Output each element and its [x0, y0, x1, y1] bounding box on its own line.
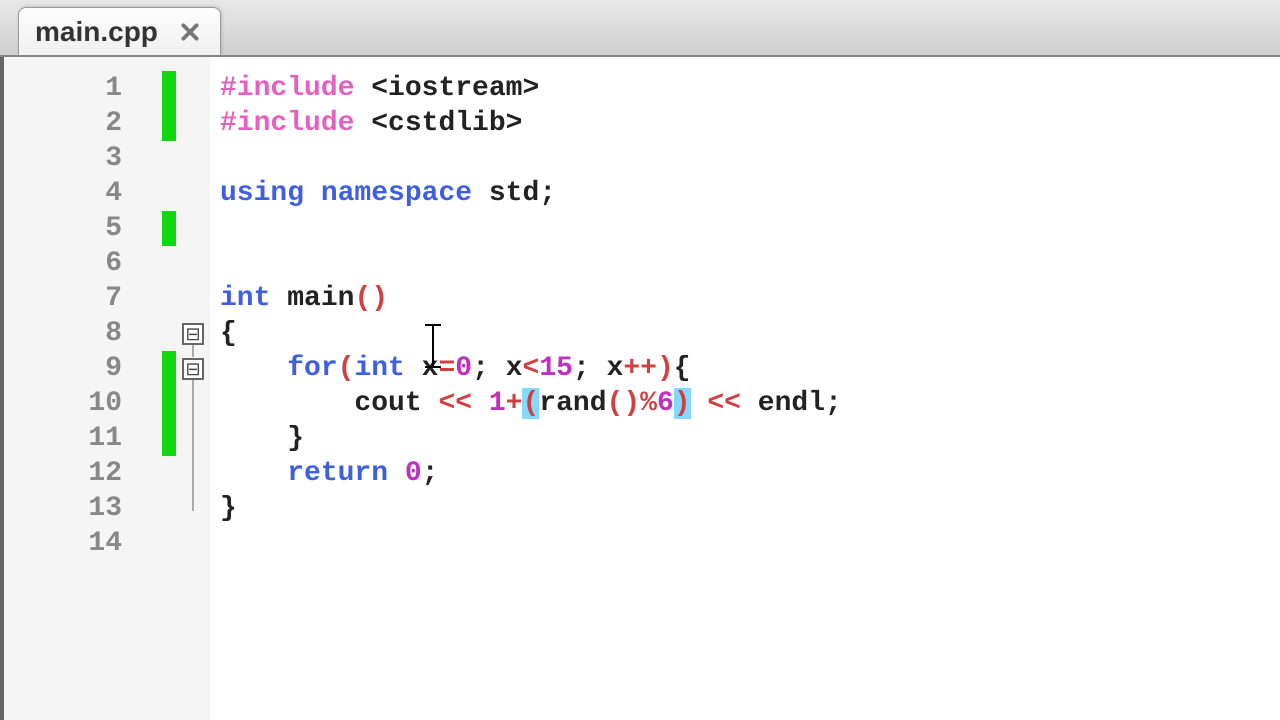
code-line: int main(): [220, 281, 1280, 316]
line-number: 11: [4, 421, 122, 456]
code-line: using namespace std;: [220, 176, 1280, 211]
code-line: }: [220, 421, 1280, 456]
line-number: 5: [4, 211, 122, 246]
code-line: for(int x=0; x<15; x++){: [220, 351, 1280, 386]
change-marker: [162, 211, 176, 246]
fold-toggle[interactable]: ⊟: [182, 358, 204, 380]
line-number: 3: [4, 141, 122, 176]
code-line: [220, 141, 1280, 176]
line-number: 2: [4, 106, 122, 141]
line-number: 6: [4, 246, 122, 281]
change-marker: [162, 106, 176, 141]
line-numbers: 1 2 3 4 5 6 7 8 9 10 11 12 13 14: [4, 57, 162, 720]
code-area[interactable]: #include <iostream> #include <cstdlib> u…: [210, 57, 1280, 720]
code-line: #include <iostream>: [220, 71, 1280, 106]
bracket-highlight: ): [674, 388, 691, 419]
code-line: return 0;: [220, 456, 1280, 491]
code-line: }: [220, 491, 1280, 526]
line-number: 1: [4, 71, 122, 106]
code-line: #include <cstdlib>: [220, 106, 1280, 141]
bracket-highlight: (: [522, 388, 539, 419]
code-line: [220, 211, 1280, 246]
change-marker: [162, 351, 176, 386]
change-marker: [162, 421, 176, 456]
line-number: 9: [4, 351, 122, 386]
editor: 1 2 3 4 5 6 7 8 9 10 11 12 13 14: [0, 57, 1280, 720]
change-marker: [162, 71, 176, 106]
code-line: [220, 246, 1280, 281]
line-number: 13: [4, 491, 122, 526]
close-icon[interactable]: [176, 18, 204, 46]
fold-column: ⊟ ⊟: [176, 57, 210, 720]
file-tab[interactable]: main.cpp: [18, 7, 221, 55]
change-marker: [162, 386, 176, 421]
code-line: cout << 1+(rand()%6) << endl;: [220, 386, 1280, 421]
line-number: 12: [4, 456, 122, 491]
code-line: [220, 526, 1280, 561]
code-line: {: [220, 316, 1280, 351]
gutter: 1 2 3 4 5 6 7 8 9 10 11 12 13 14: [4, 57, 210, 720]
tab-title: main.cpp: [35, 16, 158, 48]
change-markers: [162, 57, 176, 720]
tab-bar: main.cpp: [0, 0, 1280, 57]
line-number: 7: [4, 281, 122, 316]
text-cursor: [432, 325, 434, 367]
line-number: 4: [4, 176, 122, 211]
line-number: 8: [4, 316, 122, 351]
line-number: 14: [4, 526, 122, 561]
line-number: 10: [4, 386, 122, 421]
fold-toggle[interactable]: ⊟: [182, 323, 204, 345]
